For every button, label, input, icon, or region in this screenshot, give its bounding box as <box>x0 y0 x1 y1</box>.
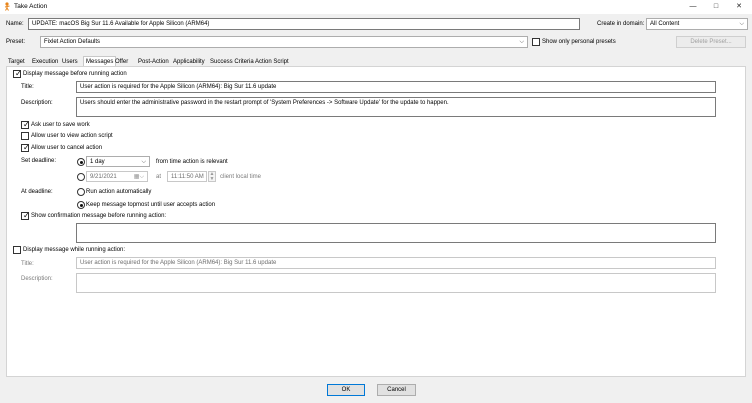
create-domain-label: Create in domain: <box>597 21 645 27</box>
preset-label: Preset: <box>6 39 26 45</box>
chevron-down-icon: ⌵ <box>141 159 146 165</box>
title-input[interactable]: User action is required for the Apple Si… <box>76 81 716 93</box>
while-title-input[interactable]: User action is required for the Apple Si… <box>76 257 716 269</box>
window-title: Take Action <box>14 3 48 10</box>
take-action-icon <box>4 2 10 11</box>
ask-save-checkbox[interactable]: ✓ <box>21 120 30 129</box>
title-label: Title: <box>21 84 34 90</box>
title-bar: Take Action — □ ✕ <box>0 0 752 14</box>
show-personal-checkbox[interactable] <box>532 38 540 46</box>
minimize-button[interactable]: — <box>682 0 704 14</box>
while-title-label: Title: <box>21 261 34 267</box>
ok-button[interactable]: OK <box>327 384 365 396</box>
while-description-label: Description: <box>21 276 53 282</box>
show-confirm-checkbox[interactable]: ✓ <box>21 211 30 220</box>
domain-select[interactable]: All Content ⌵ <box>646 18 748 30</box>
run-auto-radio[interactable] <box>77 188 85 196</box>
at-deadline-label: At deadline: <box>21 189 53 195</box>
set-deadline-label: Set deadline: <box>21 158 57 164</box>
run-auto-label: Run action automatically <box>86 189 152 195</box>
ask-save-label: Ask user to save work <box>31 122 90 128</box>
name-label: Name: <box>6 21 24 27</box>
name-input[interactable]: UPDATE: macOS Big Sur 11.6 Available for… <box>28 18 580 30</box>
show-confirm-label: Show confirmation message before running… <box>31 213 167 219</box>
calendar-icon: ▦⌵ <box>133 174 144 180</box>
from-time-label: from time action is relevant <box>156 159 228 165</box>
display-while-checkbox[interactable] <box>13 246 21 254</box>
domain-select-value: All Content <box>650 21 680 27</box>
deadline-date-radio[interactable] <box>77 173 85 181</box>
allow-cancel-label: Allow user to cancel action <box>31 145 103 151</box>
deadline-interval-select[interactable]: 1 day ⌵ <box>86 156 150 167</box>
allow-view-checkbox[interactable] <box>21 132 29 140</box>
keep-topmost-radio[interactable] <box>77 201 85 209</box>
confirm-message-input[interactable] <box>76 223 716 243</box>
delete-preset-button[interactable]: Delete Preset... <box>676 36 746 48</box>
maximize-button[interactable]: □ <box>705 0 727 14</box>
deadline-date-value: 9/21/2021 <box>90 174 117 180</box>
show-personal-label: Show only personal presets <box>542 39 616 45</box>
keep-topmost-label: Keep message topmost until user accepts … <box>86 202 216 208</box>
display-before-checkbox[interactable]: ✓ <box>13 69 22 78</box>
deadline-interval-value: 1 day <box>90 159 105 165</box>
allow-cancel-checkbox[interactable]: ✓ <box>21 143 30 152</box>
display-before-label: Display message before running action <box>23 71 127 77</box>
deadline-date-picker[interactable]: 9/21/2021 ▦⌵ <box>86 171 148 182</box>
time-spinner[interactable]: ▲ ▼ <box>208 171 216 182</box>
while-description-input[interactable] <box>76 273 716 293</box>
at-label: at <box>156 174 162 180</box>
client-time-label: client local time <box>220 174 262 180</box>
deadline-interval-radio[interactable] <box>77 158 85 166</box>
close-button[interactable]: ✕ <box>728 0 750 14</box>
description-label: Description: <box>21 100 53 106</box>
allow-view-label: Allow user to view action script <box>31 133 113 139</box>
preset-select-value: Fixlet Action Defaults <box>44 39 101 45</box>
chevron-down-icon: ⌵ <box>519 39 524 45</box>
preset-select[interactable]: Fixlet Action Defaults ⌵ <box>40 36 528 48</box>
chevron-down-icon: ⌵ <box>739 21 744 27</box>
cancel-button[interactable]: Cancel <box>377 384 416 396</box>
display-while-label: Display message while running action: <box>23 247 126 253</box>
description-input[interactable]: Users should enter the administrative pa… <box>76 97 716 117</box>
deadline-time-input[interactable]: 11:11:50 AM <box>167 171 207 182</box>
